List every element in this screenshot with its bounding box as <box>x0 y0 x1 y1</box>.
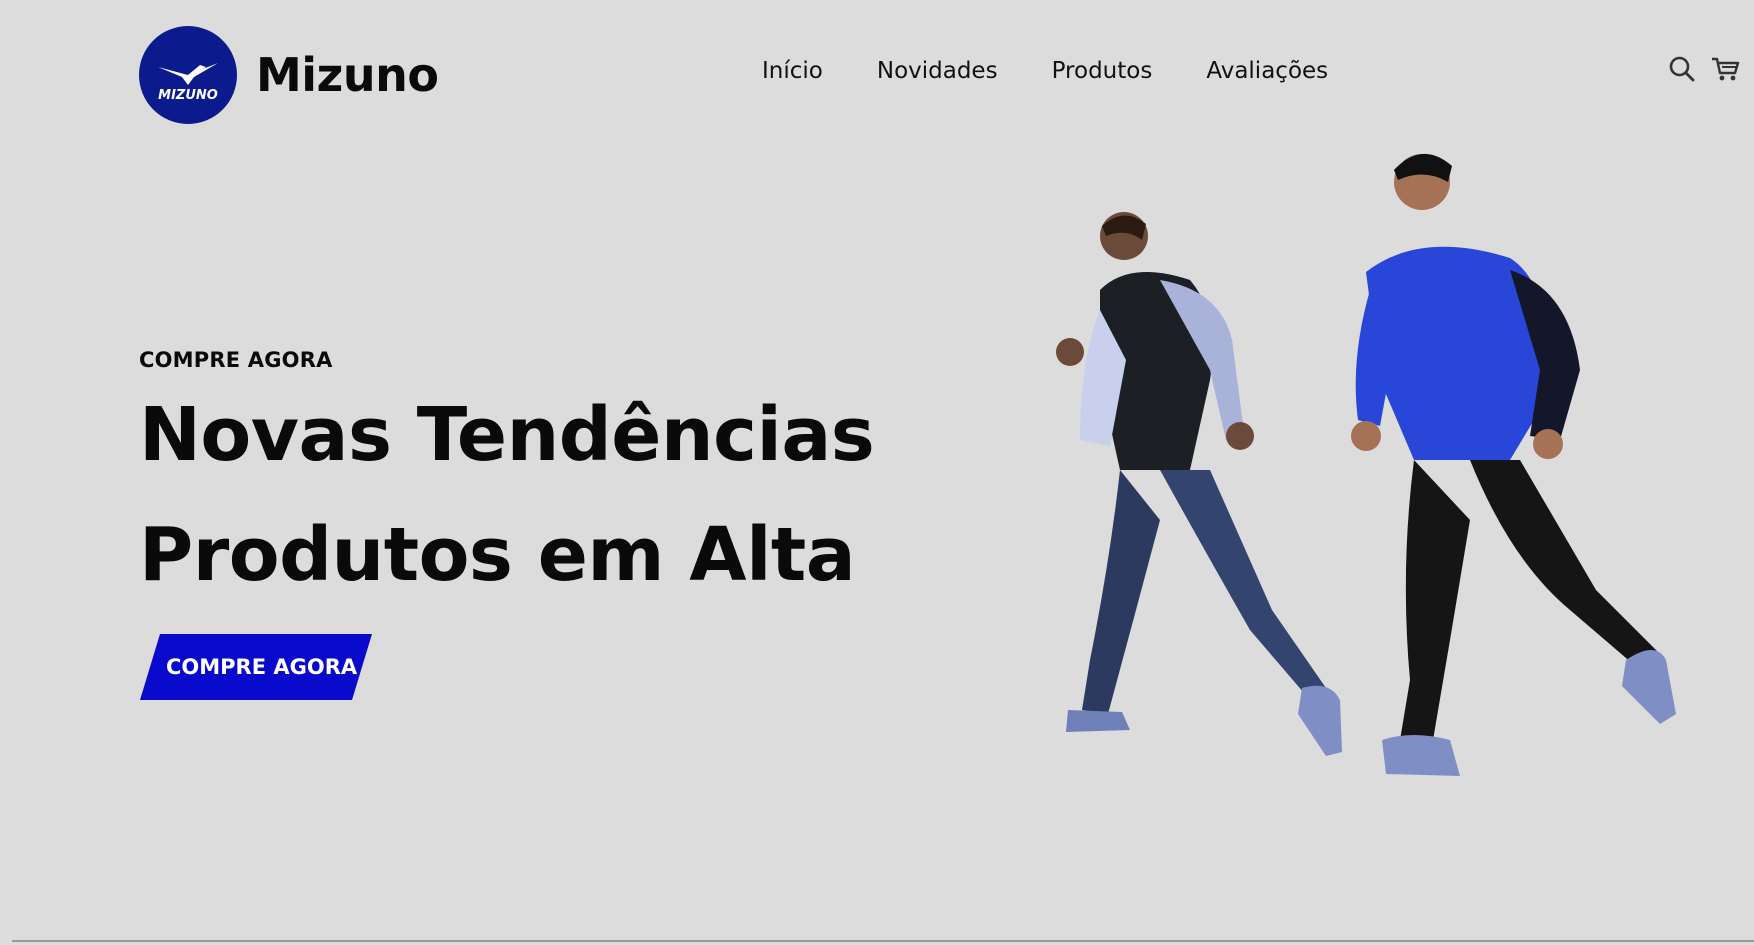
page-divider <box>12 940 1754 942</box>
nav-item-novidades[interactable]: Novidades <box>877 58 998 84</box>
nav-item-avaliacoes[interactable]: Avaliações <box>1206 58 1328 84</box>
hero-text-block: COMPRE AGORA Novas Tendências Produtos e… <box>139 348 875 612</box>
search-icon[interactable] <box>1668 55 1696 83</box>
main-nav: Início Novidades Produtos Avaliações <box>762 58 1382 84</box>
logo-wordmark: MIZUNO <box>158 88 218 103</box>
header-actions <box>1668 55 1740 83</box>
nav-item-produtos[interactable]: Produtos <box>1052 58 1153 84</box>
brand-name: Mizuno <box>256 48 439 102</box>
nav-item-inicio[interactable]: Início <box>762 58 823 84</box>
runner-man-figure <box>1351 153 1676 776</box>
hero-headline-line1: Novas Tendências <box>139 392 875 478</box>
site-header: MIZUNO Mizuno Início Novidades Produtos … <box>0 0 1754 140</box>
hero-runners-image <box>1040 140 1700 830</box>
runner-woman-figure <box>1056 212 1342 756</box>
hero-headline-line2: Produtos em Alta <box>139 512 856 598</box>
hero-eyebrow: COMPRE AGORA <box>139 348 333 372</box>
shop-now-button[interactable]: COMPRE AGORA <box>140 634 372 700</box>
cart-icon[interactable] <box>1710 55 1740 83</box>
mizuno-logo: MIZUNO <box>139 26 237 124</box>
brand-logo-link[interactable]: MIZUNO Mizuno <box>139 26 439 124</box>
